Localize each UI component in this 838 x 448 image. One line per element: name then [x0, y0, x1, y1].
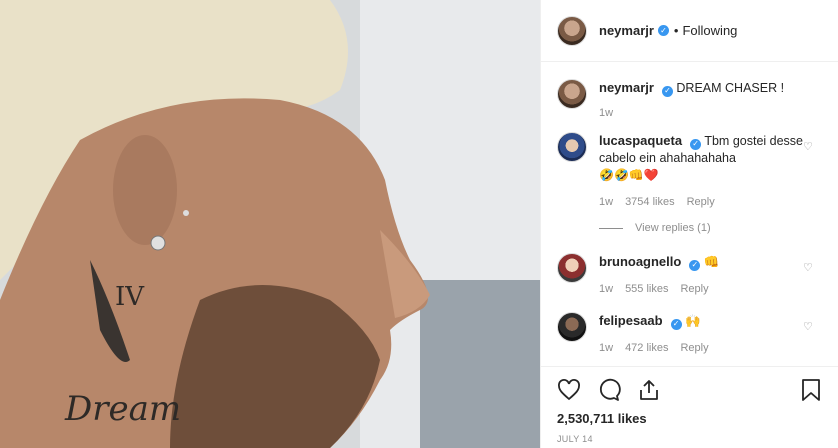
post-caption: neymarjr ✓ DREAM CHASER ! 1w [557, 79, 822, 122]
heart-outline-icon[interactable]: ♡ [803, 320, 814, 333]
heart-icon[interactable] [557, 378, 581, 402]
verified-badge-icon: ✓ [657, 25, 669, 36]
caption-text: DREAM CHASER ! [676, 81, 785, 95]
verified-badge-icon: ✓ [689, 259, 701, 271]
svg-text:Dream: Dream [64, 389, 181, 429]
heart-outline-icon[interactable]: ♡ [803, 261, 814, 274]
author-username[interactable]: neymarjr [599, 23, 654, 38]
reply-button[interactable]: Reply [680, 281, 708, 298]
replies-line [599, 228, 623, 229]
share-icon[interactable] [637, 378, 661, 402]
commenter-username[interactable]: felipesaab [599, 313, 663, 328]
comment-item: lucaspaqueta ✓ Tbm gostei desse cabelo ei… [557, 132, 822, 237]
view-replies-label: View replies (1) [635, 222, 711, 234]
author-avatar[interactable] [557, 15, 587, 46]
comment-likes[interactable]: 472 likes [625, 340, 668, 357]
verified-badge-icon: ✓ [670, 318, 682, 330]
comment-time[interactable]: 1w [599, 194, 613, 211]
comment-time[interactable]: 1w [599, 281, 613, 298]
comment-time[interactable]: 1w [599, 340, 613, 357]
post-photo[interactable]: IV Dream [0, 0, 540, 448]
follow-status-button[interactable]: Following [682, 23, 737, 38]
comment-likes[interactable]: 555 likes [625, 281, 668, 298]
comment-item: felipesaab ✓ 🙌 1w 472 likes Reply ♡ [557, 312, 822, 357]
bookmark-icon[interactable] [800, 378, 822, 402]
caption-time[interactable]: 1w [599, 105, 784, 122]
verified-badge-icon: ✓ [690, 138, 702, 150]
commenter-avatar[interactable] [557, 253, 587, 283]
view-replies-button[interactable]: View replies (1) [599, 220, 809, 237]
post-header: neymarjr ✓ • Following [541, 0, 838, 62]
post-sidebar: neymarjr ✓ • Following neymarjr ✓ DREAM C… [540, 0, 838, 448]
commenter-username[interactable]: brunoagnello [599, 254, 681, 269]
post-date[interactable]: JULY 14 [557, 434, 822, 444]
comment-text: 🙌 [685, 314, 701, 328]
verified-badge-icon: ✓ [661, 85, 673, 97]
comment-text: 👊 [703, 255, 720, 269]
commenter-avatar[interactable] [557, 312, 587, 342]
heart-outline-icon[interactable]: ♡ [803, 140, 814, 153]
comment-item: brunoagnello ✓ 👊 1w 555 likes Reply ♡ [557, 253, 822, 298]
commenter-avatar[interactable] [557, 132, 587, 162]
comment-likes[interactable]: 3754 likes [625, 194, 675, 211]
post-image: IV Dream [0, 0, 540, 448]
svg-text:IV: IV [115, 282, 145, 312]
separator-dot: • [673, 23, 679, 38]
commenter-username[interactable]: lucaspaqueta [599, 133, 682, 148]
comment-icon[interactable] [597, 378, 621, 402]
caption-avatar[interactable] [557, 79, 587, 109]
comments-section[interactable]: neymarjr ✓ DREAM CHASER ! 1w lucaspaqueta… [541, 63, 838, 366]
post-actions: 2,530,711 likes JULY 14 [541, 366, 838, 448]
comment-emoji: 🤣🤣👊❤️ [599, 168, 659, 182]
reply-button[interactable]: Reply [680, 340, 708, 357]
reply-button[interactable]: Reply [687, 194, 715, 211]
likes-count[interactable]: 2,530,711 likes [557, 411, 822, 426]
caption-username[interactable]: neymarjr [599, 80, 654, 95]
